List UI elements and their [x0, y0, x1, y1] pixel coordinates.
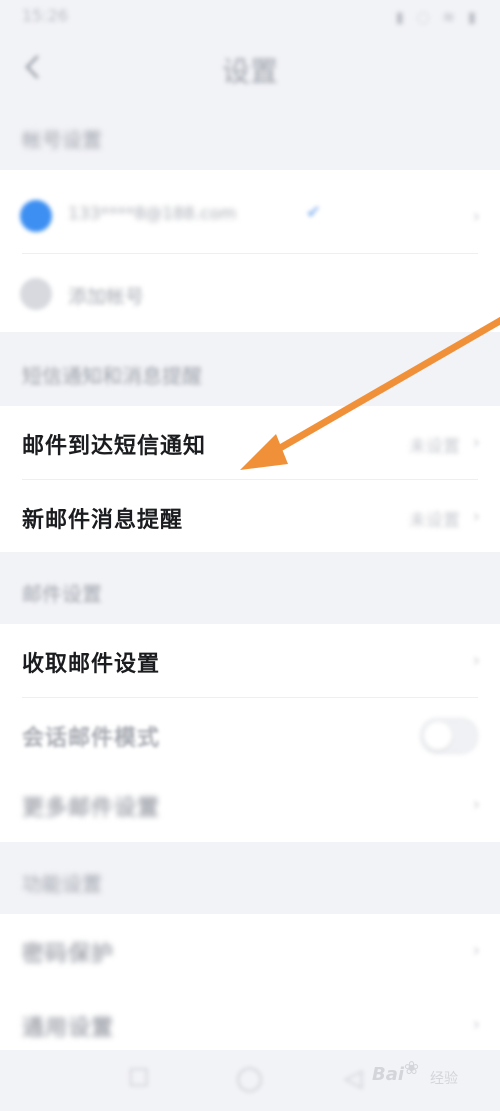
toggle-knob: [424, 722, 452, 750]
status-icons: ▮ ◌ ≋ ▮: [395, 8, 480, 26]
other-item2-label: 通用设置: [22, 1016, 115, 1041]
push-notify-value: 未设置: [409, 511, 460, 531]
section-header-account: 帐号设置: [22, 128, 102, 152]
receive-mail-row[interactable]: 收取邮件设置 ›: [0, 624, 500, 698]
notify-card: 邮件到达短信通知 未设置 › 新邮件消息提醒 未设置 ›: [0, 406, 500, 552]
section-header-other: 功能设置: [22, 872, 102, 896]
status-time: 15:26: [22, 6, 69, 25]
watermark-logo: Bai ❀ 经验: [372, 1058, 472, 1098]
conversation-mode-label: 会话邮件模式: [22, 726, 161, 751]
chevron-right-icon: ›: [472, 650, 480, 671]
chevron-right-icon: ›: [472, 206, 480, 227]
page-title: 设置: [221, 55, 278, 88]
conversation-mode-toggle[interactable]: [420, 718, 478, 754]
receive-mail-label: 收取邮件设置: [22, 652, 161, 677]
section-header-mail: 邮件设置: [22, 582, 102, 606]
more-mail-row[interactable]: 更多邮件设置 ›: [0, 768, 500, 842]
other-card: 密码保护 › 通用设置 ›: [0, 914, 500, 1050]
conversation-mode-row: 会话邮件模式: [0, 698, 500, 772]
watermark-suffix: 经验: [430, 1071, 458, 1087]
account-row[interactable]: 133****8@188.com ✔ ›: [0, 180, 500, 254]
more-mail-label: 更多邮件设置: [22, 796, 161, 821]
chevron-right-icon: ›: [472, 506, 480, 527]
sms-notify-label: 邮件到达短信通知: [22, 434, 207, 459]
add-account-row[interactable]: 添加帐号: [0, 258, 500, 332]
add-account-label: 添加帐号: [68, 286, 145, 308]
section-header-notify: 短信通知和消息提醒: [22, 364, 202, 388]
chevron-right-icon: ›: [472, 1014, 480, 1035]
other-item1-row[interactable]: 密码保护 ›: [0, 914, 500, 988]
chevron-right-icon: ›: [472, 940, 480, 961]
watermark-text: Bai: [372, 1064, 405, 1085]
home-icon[interactable]: ◯: [236, 1064, 263, 1092]
add-account-icon: [20, 278, 52, 310]
other-item1-label: 密码保护: [22, 942, 115, 967]
sms-notify-row[interactable]: 邮件到达短信通知 未设置 ›: [0, 406, 500, 480]
row-divider: [22, 253, 478, 254]
push-notify-row[interactable]: 新邮件消息提醒 未设置 ›: [0, 480, 500, 554]
sms-notify-value: 未设置: [409, 437, 460, 457]
account-avatar: [20, 200, 52, 232]
account-email: 133****8@188.com: [68, 204, 237, 224]
paw-icon: ❀: [404, 1058, 420, 1079]
chevron-right-icon: ›: [472, 794, 480, 815]
chevron-right-icon: ›: [472, 432, 480, 453]
push-notify-label: 新邮件消息提醒: [22, 508, 184, 533]
check-icon: ✔: [306, 202, 322, 223]
account-card: 133****8@188.com ✔ › 添加帐号: [0, 170, 500, 332]
menu-icon[interactable]: ☐: [128, 1064, 150, 1092]
back-icon[interactable]: ◁: [344, 1064, 362, 1092]
nav-bar: 设置: [0, 36, 500, 100]
mail-card: 收取邮件设置 › 会话邮件模式 更多邮件设置 ›: [0, 624, 500, 842]
status-bar: 15:26 ▮ ◌ ≋ ▮: [0, 0, 500, 36]
